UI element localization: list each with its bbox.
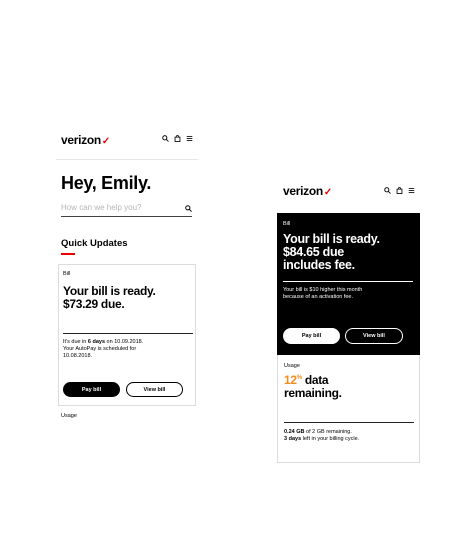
bag-icon[interactable] <box>174 135 181 142</box>
view-bill-button[interactable]: View bill <box>126 382 183 397</box>
app-header: verizon✓ <box>56 126 198 160</box>
bill-note-text: Your bill is $10 higher this month becau… <box>283 287 363 301</box>
search-icon[interactable] <box>185 205 192 212</box>
bill-alert-card: Bill Your bill is ready. $84.65 due incl… <box>277 213 420 355</box>
due-days: 6 days <box>87 339 106 345</box>
bill-headline-line-1: Your bill is ready. <box>63 284 156 298</box>
days-left: 3 days <box>284 436 302 443</box>
verizon-logo[interactable]: verizon✓ <box>61 133 110 147</box>
header-icons <box>162 135 193 142</box>
header-divider <box>56 159 198 160</box>
search-icon[interactable] <box>384 187 391 194</box>
heading-accent-bar <box>61 253 75 255</box>
bill-headline-line-2: $73.29 due. <box>63 297 125 311</box>
home-screen: verizon✓ Hey, Emily. How can we help you… <box>56 126 198 422</box>
usage-card-divider <box>284 422 414 423</box>
gb-used: 0.24 GB <box>284 429 305 435</box>
bill-card-label: Bill <box>283 221 291 227</box>
bill-headline-line-3: includes fee. <box>283 258 355 272</box>
bill-due-text: It's due in 6 days on 10.09.2018. Your A… <box>63 339 144 360</box>
bill-card-label: Bill <box>63 271 71 277</box>
usage-percent: 12 <box>284 373 297 387</box>
pay-bill-button[interactable]: Pay bill <box>283 328 340 344</box>
bill-card: Bill Your bill is ready. $73.29 due. It'… <box>58 264 196 406</box>
usage-headline-line-1: 12% data <box>284 373 329 387</box>
usage-card: Usage 12% data remaining. 0.24 GB of 2 G… <box>277 355 420 463</box>
usage-heading-cut: Usage <box>61 413 77 419</box>
greeting-title: Hey, Emily. <box>61 173 152 193</box>
search-icon[interactable] <box>162 135 169 142</box>
pay-bill-button[interactable]: Pay bill <box>63 382 120 397</box>
usage-detail-text: 0.24 GB of 2 GB remaining. 3 days left i… <box>284 429 360 443</box>
logo-text: verizon <box>61 133 101 147</box>
bill-detail-screen: verizon✓ Bill Your bill is ready. $84.65… <box>277 177 420 463</box>
bag-icon[interactable] <box>396 187 403 194</box>
view-bill-button[interactable]: View bill <box>345 328 403 344</box>
app-header: verizon✓ <box>277 177 420 207</box>
quick-updates-heading: Quick Updates <box>61 238 128 249</box>
verizon-logo[interactable]: verizon✓ <box>283 184 332 198</box>
bill-card-divider <box>283 281 413 282</box>
menu-icon[interactable] <box>186 135 193 142</box>
logo-check-icon: ✓ <box>323 187 333 198</box>
logo-check-icon: ✓ <box>101 136 111 147</box>
menu-icon[interactable] <box>408 187 415 194</box>
usage-headline-line-2: remaining. <box>284 386 342 400</box>
header-icons <box>384 187 415 194</box>
search-placeholder[interactable]: How can we help you? <box>61 203 142 212</box>
search-field[interactable]: How can we help you? <box>61 202 192 217</box>
usage-card-label: Usage <box>284 363 300 369</box>
logo-text: verizon <box>283 184 323 198</box>
bill-card-divider <box>63 333 193 334</box>
